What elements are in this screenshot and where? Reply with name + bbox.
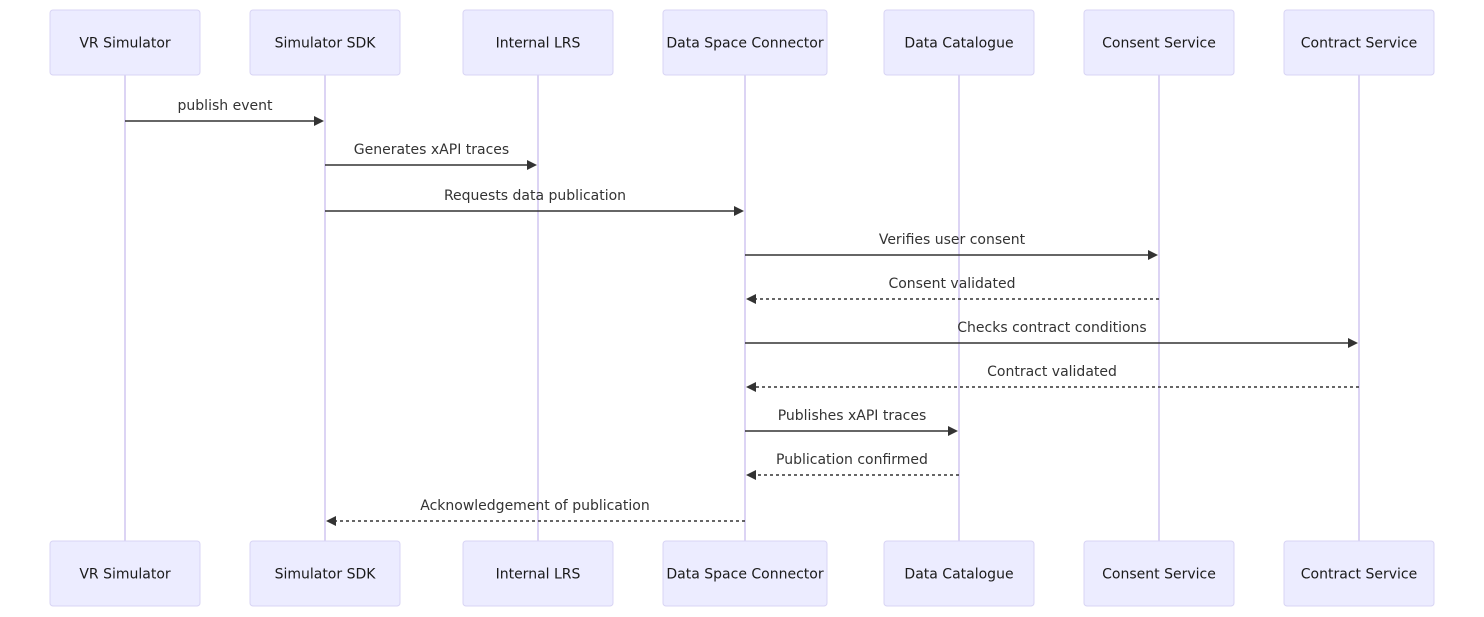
arrowhead-icon	[314, 116, 324, 126]
participant-dsc-bottom[interactable]: Data Space Connector	[662, 540, 828, 607]
message-6: Checks contract conditions	[745, 320, 1358, 348]
participant-contr-bottom[interactable]: Contract Service	[1283, 540, 1435, 607]
message-label: Requests data publication	[444, 188, 626, 204]
participant-label: Internal LRS	[496, 567, 581, 583]
participant-cons-top[interactable]: Consent Service	[1083, 9, 1235, 76]
participant-label: Data Space Connector	[666, 567, 823, 583]
participant-label: Data Catalogue	[904, 36, 1013, 52]
participant-lrs-top[interactable]: Internal LRS	[462, 9, 614, 76]
participant-dsc-top[interactable]: Data Space Connector	[662, 9, 828, 76]
participant-label: Contract Service	[1301, 567, 1417, 583]
message-5: Consent validated	[746, 276, 1159, 304]
message-4: Verifies user consent	[745, 232, 1158, 260]
message-1: publish event	[125, 98, 324, 126]
participant-label: Simulator SDK	[275, 567, 377, 583]
participant-label: Consent Service	[1102, 567, 1216, 583]
message-label: Publishes xAPI traces	[778, 408, 927, 424]
participant-label: Contract Service	[1301, 36, 1417, 52]
arrowhead-icon	[746, 294, 756, 304]
arrowhead-icon	[326, 516, 336, 526]
participant-label: Simulator SDK	[275, 36, 377, 52]
participant-lrs-bottom[interactable]: Internal LRS	[462, 540, 614, 607]
message-label: Publication confirmed	[776, 452, 928, 468]
participant-cat-bottom[interactable]: Data Catalogue	[883, 540, 1035, 607]
message-9: Publication confirmed	[746, 452, 959, 480]
arrowhead-icon	[1148, 250, 1158, 260]
message-label: publish event	[178, 98, 273, 114]
participant-label: VR Simulator	[79, 567, 171, 583]
message-label: Verifies user consent	[879, 232, 1026, 248]
message-label: Checks contract conditions	[957, 320, 1146, 336]
arrowhead-icon	[746, 382, 756, 392]
arrowhead-icon	[1348, 338, 1358, 348]
message-7: Contract validated	[746, 364, 1359, 392]
participant-label: VR Simulator	[79, 36, 171, 52]
participant-vr-bottom[interactable]: VR Simulator	[49, 540, 201, 607]
message-label: Consent validated	[888, 276, 1015, 292]
participant-cat-top[interactable]: Data Catalogue	[883, 9, 1035, 76]
sequence-diagram: VR Simulator Simulator SDK Internal LRS Dat…	[49, 9, 1435, 607]
participant-cons-bottom[interactable]: Consent Service	[1083, 540, 1235, 607]
participant-label: Data Catalogue	[904, 567, 1013, 583]
participant-sdk-bottom[interactable]: Simulator SDK	[249, 540, 401, 607]
participant-vr-top[interactable]: VR Simulator	[49, 9, 201, 76]
message-2: Generates xAPI traces	[325, 142, 537, 170]
message-8: Publishes xAPI traces	[745, 408, 958, 436]
message-label: Contract validated	[987, 364, 1117, 380]
participant-label: Internal LRS	[496, 36, 581, 52]
participant-label: Consent Service	[1102, 36, 1216, 52]
arrowhead-icon	[948, 426, 958, 436]
message-label: Acknowledgement of publication	[420, 498, 649, 514]
participant-sdk-top[interactable]: Simulator SDK	[249, 9, 401, 76]
arrowhead-icon	[734, 206, 744, 216]
message-10: Acknowledgement of publication	[326, 498, 745, 526]
participant-contr-top[interactable]: Contract Service	[1283, 9, 1435, 76]
message-label: Generates xAPI traces	[354, 142, 509, 158]
arrowhead-icon	[527, 160, 537, 170]
participant-label: Data Space Connector	[666, 36, 823, 52]
arrowhead-icon	[746, 470, 756, 480]
message-3: Requests data publication	[325, 188, 744, 216]
